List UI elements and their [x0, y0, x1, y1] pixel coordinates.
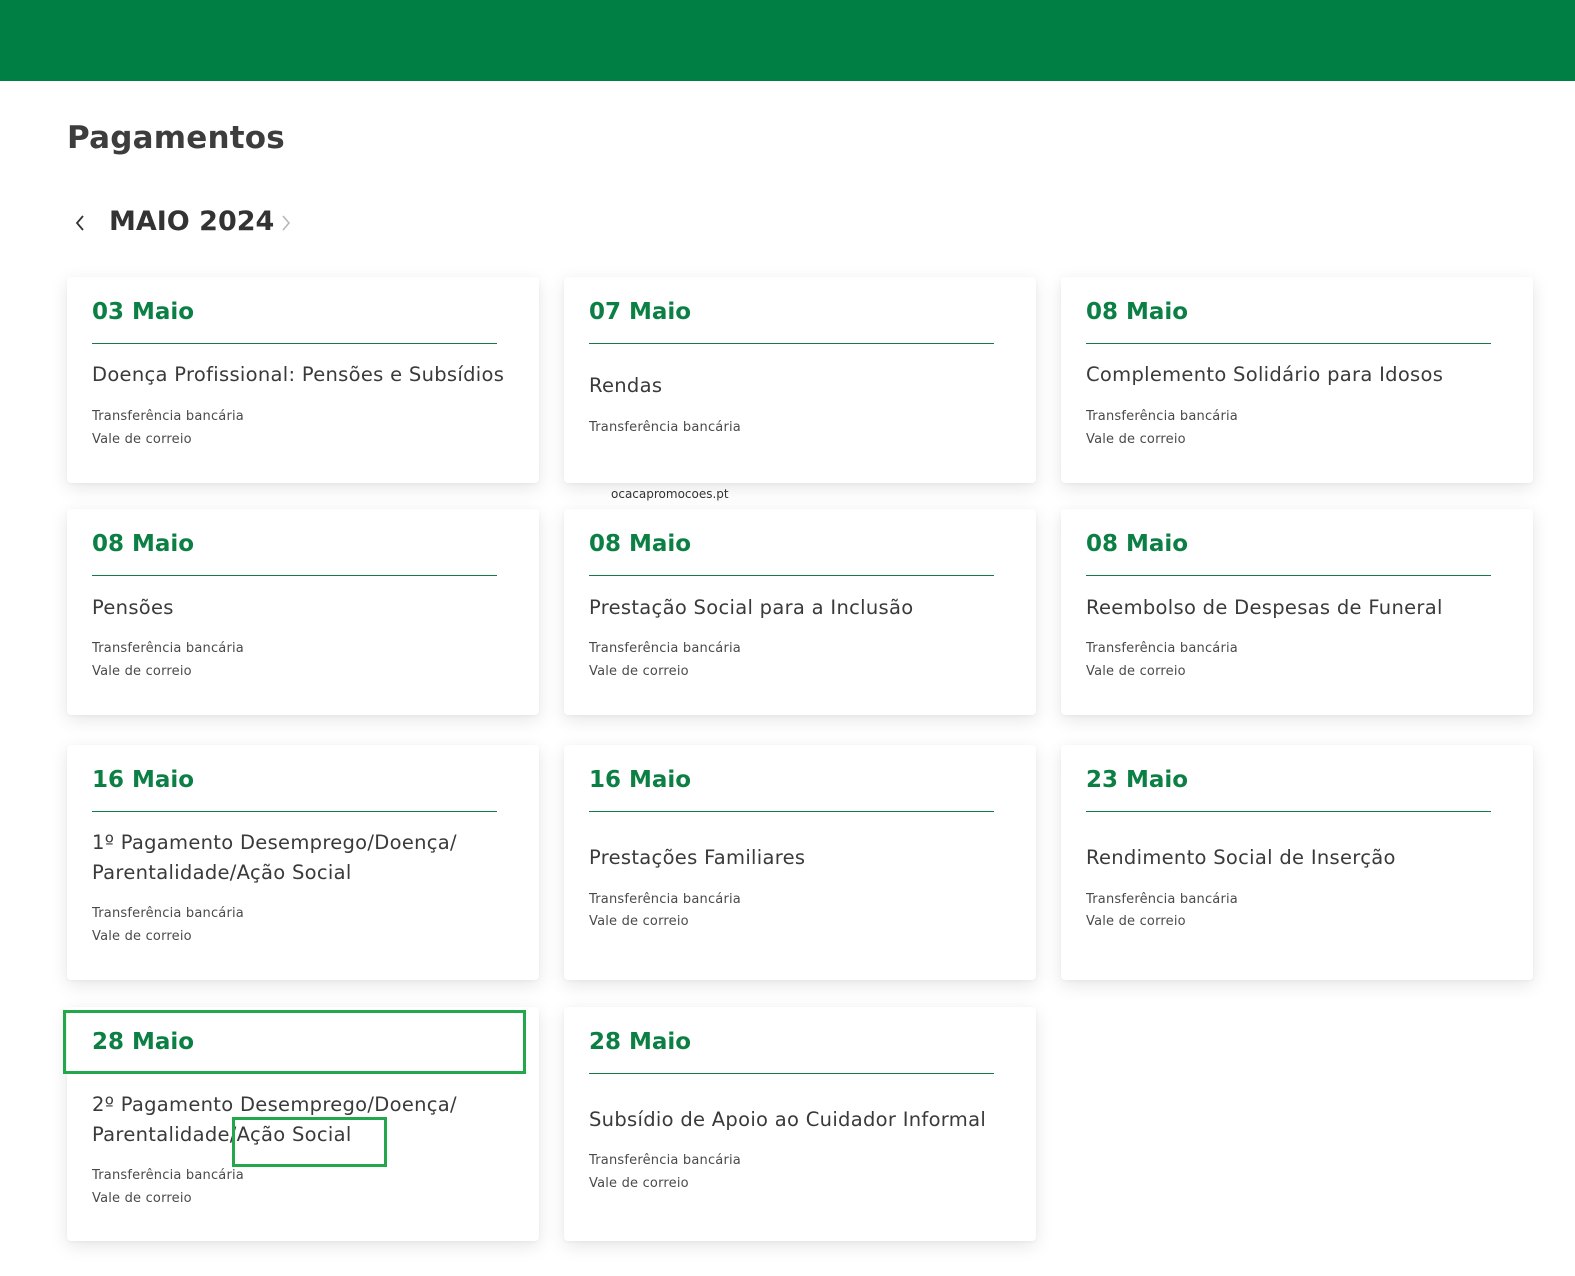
payment-method: Transferência bancária: [92, 641, 244, 656]
payment-method: Vale de correio: [1086, 664, 1186, 679]
payment-card[interactable]: 16 Maio 1º Pagamento Desemprego/Doença/ …: [67, 745, 539, 980]
payment-date: 28 Maio: [589, 1029, 692, 1055]
divider: [92, 575, 497, 576]
payment-method: Vale de correio: [1086, 914, 1186, 929]
divider: [92, 811, 497, 812]
payment-method: Transferência bancária: [589, 420, 741, 435]
month-label: MAIO 2024: [109, 206, 275, 237]
payment-card[interactable]: 08 Maio Reembolso de Despesas de Funeral…: [1061, 509, 1533, 715]
month-navigator: MAIO 2024: [67, 200, 327, 250]
top-banner: [0, 0, 1575, 81]
payment-date: 08 Maio: [1086, 299, 1189, 325]
payment-method: Transferência bancária: [92, 1168, 244, 1183]
payment-card[interactable]: 03 Maio Doença Profissional: Pensões e S…: [67, 277, 539, 483]
payment-title: Subsídio de Apoio ao Cuidador Informal: [589, 1108, 987, 1131]
payment-card[interactable]: 23 Maio Rendimento Social de Inserção Tr…: [1061, 745, 1533, 980]
chevron-left-icon: [75, 215, 84, 231]
payment-method: Transferência bancária: [92, 906, 244, 921]
highlight-box-date: [63, 1010, 526, 1074]
payment-title: 1º Pagamento Desemprego/Doença/ Parental…: [92, 831, 457, 884]
chevron-right-icon: [282, 215, 290, 231]
divider: [589, 1073, 994, 1074]
payment-method: Vale de correio: [589, 1176, 689, 1191]
payment-date: 07 Maio: [589, 299, 692, 325]
payment-title: Complemento Solidário para Idosos: [1086, 363, 1444, 386]
payment-card[interactable]: 16 Maio Prestações Familiares Transferên…: [564, 745, 1036, 980]
payment-method: Vale de correio: [92, 664, 192, 679]
divider: [1086, 811, 1491, 812]
watermark: ocacapromocoes.pt: [611, 487, 729, 501]
payment-method: Vale de correio: [589, 914, 689, 929]
payment-date: 08 Maio: [92, 531, 195, 557]
payment-method: Transferência bancária: [1086, 641, 1238, 656]
payment-date: 08 Maio: [1086, 531, 1189, 557]
prev-month-button[interactable]: [67, 208, 93, 238]
payment-title: Rendimento Social de Inserção: [1086, 846, 1396, 869]
payment-title: Prestações Familiares: [589, 846, 806, 869]
payment-date: 23 Maio: [1086, 767, 1189, 793]
divider: [1086, 343, 1491, 344]
payment-date: 16 Maio: [92, 767, 195, 793]
payment-method: Vale de correio: [589, 664, 689, 679]
payment-method: Transferência bancária: [1086, 409, 1238, 424]
payment-method: Transferência bancária: [92, 409, 244, 424]
payment-date: 03 Maio: [92, 299, 195, 325]
divider: [589, 811, 994, 812]
payment-method: Transferência bancária: [589, 892, 741, 907]
divider: [589, 575, 994, 576]
payment-date: 16 Maio: [589, 767, 692, 793]
payment-title: Rendas: [589, 374, 663, 397]
payment-method: Transferência bancária: [589, 1153, 741, 1168]
page-title: Pagamentos: [67, 120, 285, 156]
payment-title: Prestação Social para a Inclusão: [589, 596, 914, 619]
highlight-box-acao-social: [232, 1117, 387, 1167]
payment-card[interactable]: 07 Maio Rendas Transferência bancária: [564, 277, 1036, 483]
payment-date: 08 Maio: [589, 531, 692, 557]
payment-method: Vale de correio: [92, 432, 192, 447]
payment-card[interactable]: 28 Maio Subsídio de Apoio ao Cuidador In…: [564, 1007, 1036, 1241]
payment-title: Doença Profissional: Pensões e Subsídios: [92, 363, 505, 386]
divider: [1086, 575, 1491, 576]
payment-method: Vale de correio: [92, 929, 192, 944]
divider: [589, 343, 994, 344]
payment-card[interactable]: 08 Maio Complemento Solidário para Idoso…: [1061, 277, 1533, 483]
payment-method: Vale de correio: [1086, 432, 1186, 447]
payment-method: Vale de correio: [92, 1191, 192, 1206]
payment-title: Reembolso de Despesas de Funeral: [1086, 596, 1443, 619]
next-month-button[interactable]: [273, 208, 299, 238]
payment-title: Pensões: [92, 596, 174, 619]
payment-method: Transferência bancária: [1086, 892, 1238, 907]
divider: [92, 343, 497, 344]
payment-card[interactable]: 08 Maio Pensões Transferência bancária V…: [67, 509, 539, 715]
payment-method: Transferência bancária: [589, 641, 741, 656]
payment-card[interactable]: 08 Maio Prestação Social para a Inclusão…: [564, 509, 1036, 715]
